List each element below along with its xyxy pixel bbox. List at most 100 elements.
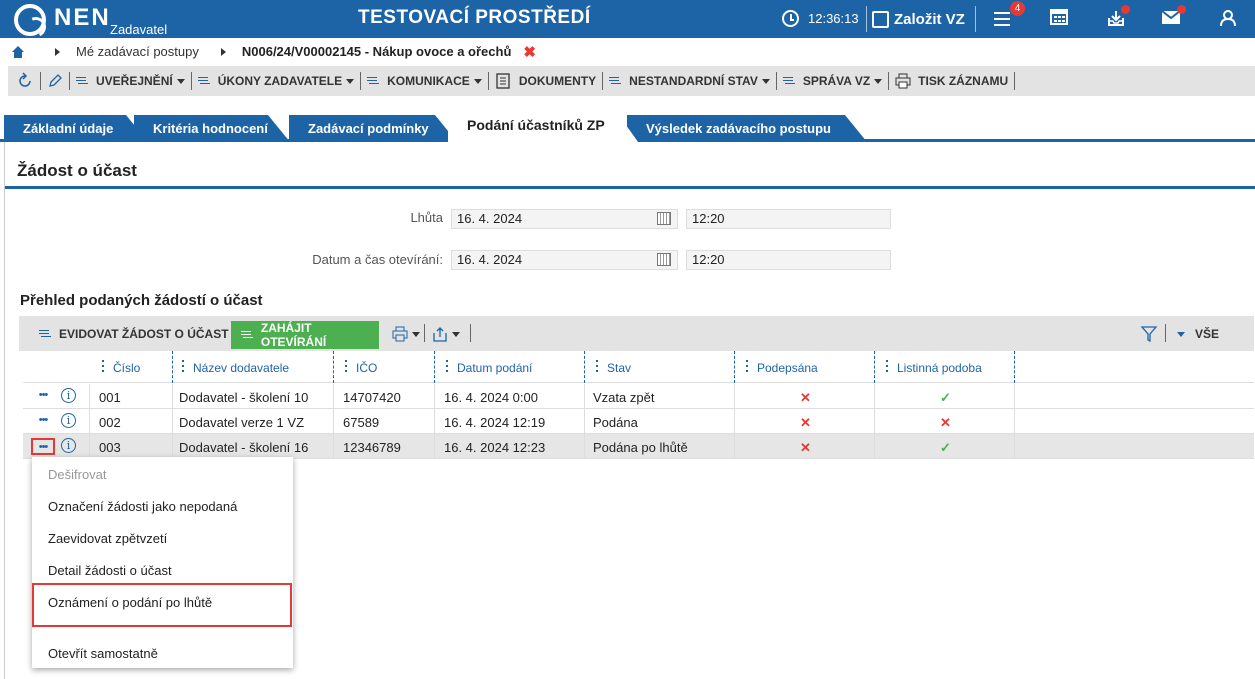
list-icon [76, 75, 90, 87]
cell-divider [874, 409, 875, 434]
cell-divider [89, 384, 90, 409]
caret-down-icon [874, 78, 883, 84]
cell-divider [584, 434, 585, 459]
cell-cislo: 001 [99, 390, 121, 405]
nen-logo-icon[interactable] [14, 4, 46, 36]
cell-divider [89, 409, 90, 434]
uverejneni-menu[interactable]: UVEŘEJNĚNÍ [70, 66, 191, 96]
divider [866, 6, 867, 32]
sprava-label: SPRÁVA VZ [802, 74, 871, 88]
top-bar: NEN Zadavatel TESTOVACÍ PROSTŘEDÍ 12:36:… [0, 0, 1255, 38]
ukony-menu[interactable]: ÚKONY ZADAVATELE [192, 66, 360, 96]
evidovat-button[interactable]: EVIDOVAT ŽÁDOST O ÚČAST [39, 327, 229, 341]
brand-name: NEN [54, 4, 111, 31]
menu-item-zaevidovat-zpetvzeti[interactable]: Zaevidovat zpětvzetí [48, 531, 167, 546]
komunikace-menu[interactable]: KOMUNIKACE [361, 66, 488, 96]
lhuta-date-field[interactable]: 16. 4. 2024 [451, 209, 678, 229]
nestandardni-menu[interactable]: NESTANDARDNÍ STAV [603, 66, 776, 96]
column-listinna[interactable]: Listinná podoba [886, 360, 982, 375]
row-actions-icon[interactable]: ••• [31, 438, 55, 455]
dokumenty-button[interactable]: DOKUMENTY [489, 66, 602, 96]
session-time: 12:36:13 [808, 11, 859, 26]
column-stav[interactable]: Stav [595, 360, 631, 375]
cell-datum: 16. 4. 2024 12:19 [444, 415, 546, 430]
menu-item-detail-zadosti[interactable]: Detail žádosti o účast [48, 563, 172, 578]
info-icon[interactable]: i [61, 388, 76, 403]
caret-down-icon [176, 78, 185, 84]
calendar-icon[interactable] [657, 253, 671, 266]
tab-zakladni-udaje[interactable]: Základní údaje [4, 115, 148, 142]
breadcrumb-current-procedure[interactable]: N006/24/V00002145 - Nákup ovoce a ořechů [242, 44, 512, 59]
row-actions-icon[interactable]: ••• [31, 413, 55, 430]
new-vz-button[interactable]: Založit VZ [872, 7, 965, 31]
column-ico[interactable]: IČO [344, 360, 377, 375]
lhuta-label: Lhůta [410, 210, 443, 225]
breadcrumb-my-procedures[interactable]: Mé zadávací postupy [76, 44, 199, 59]
close-breadcrumb-icon[interactable]: ✖ [523, 43, 536, 61]
cell-divider [1014, 409, 1015, 434]
column-cislo[interactable]: Číslo [101, 360, 140, 375]
cell-divider [874, 384, 875, 409]
dokumenty-label: DOKUMENTY [518, 74, 597, 88]
export-menu[interactable] [432, 326, 460, 342]
divider [470, 324, 471, 342]
caret-down-icon [452, 331, 460, 337]
menu-item-oznameni-po-lhute[interactable]: Oznámení o podání po lhůtě [48, 595, 212, 610]
otevirani-time-field[interactable]: 12:20 [686, 250, 891, 270]
cell-divider [584, 384, 585, 409]
nestandardni-label: NESTANDARDNÍ STAV [629, 74, 758, 88]
info-icon[interactable]: i [61, 413, 76, 428]
tab-vysledek[interactable]: Výsledek zadávacího postupu [627, 115, 867, 142]
list-icon [782, 75, 797, 87]
mail-alert-dot [1177, 5, 1186, 14]
row-actions-icon[interactable]: ••• [31, 388, 55, 405]
user-icon[interactable] [1218, 8, 1240, 30]
sprava-menu[interactable]: SPRÁVA VZ [777, 66, 888, 96]
caret-down-icon [761, 78, 770, 84]
cell-divider [434, 384, 435, 409]
edit-button[interactable] [41, 66, 69, 96]
menu-item-oznaceni-nepodana[interactable]: Označení žádosti jako nepodaná [48, 499, 237, 514]
cell-ico: 12346789 [343, 440, 401, 455]
chevron-right-icon [55, 47, 60, 56]
table-row[interactable]: ••• i 001 Dodavatel - školení 10 1470742… [23, 384, 1254, 409]
calculator-icon[interactable] [1049, 8, 1071, 30]
cell-nazev: Dodavatel verze 1 VZ [179, 415, 305, 430]
filter-select[interactable]: VŠE [1177, 327, 1219, 341]
cell-ico: 14707420 [343, 390, 401, 405]
grid-header: Číslo Název dodavatele IČO Datum podání … [23, 351, 1254, 383]
cell-divider [434, 409, 435, 434]
filter-icon[interactable] [1140, 325, 1158, 346]
cell-datum: 16. 4. 2024 12:23 [444, 440, 546, 455]
home-icon[interactable] [11, 45, 25, 58]
column-divider [333, 351, 334, 383]
cell-cislo: 003 [99, 440, 121, 455]
calendar-icon[interactable] [657, 212, 671, 225]
tab-zadavaci-podminky[interactable]: Zadávací podmínky [289, 115, 457, 142]
column-nazev[interactable]: Název dodavatele [181, 360, 289, 375]
cross-icon: ✕ [940, 415, 951, 430]
table-row[interactable]: ••• i 002 Dodavatel verze 1 VZ 67589 16.… [23, 409, 1254, 434]
column-datum[interactable]: Datum podání [445, 360, 532, 375]
zahajit-otevirani-button[interactable]: ZAHÁJIT OTEVÍRÁNÍ [231, 321, 379, 349]
lhuta-time-field[interactable]: 12:20 [686, 209, 891, 229]
column-podepsana[interactable]: Podepsána [746, 360, 818, 375]
table-row-selected[interactable]: ••• i 003 Dodavatel - školení 16 1234678… [23, 434, 1254, 459]
info-icon[interactable]: i [61, 438, 76, 453]
tab-podani-ucastniku[interactable]: Podání účastníků ZP [448, 111, 638, 142]
main-toolbar: UVEŘEJNĚNÍ ÚKONY ZADAVATELE KOMUNIKACE D… [8, 66, 1255, 96]
column-divider [734, 351, 735, 383]
refresh-button[interactable] [8, 66, 40, 96]
export-icon [433, 327, 447, 342]
print-grid-menu[interactable] [392, 326, 420, 342]
otevirani-date-field[interactable]: 16. 4. 2024 [451, 250, 678, 270]
inbox-alert-dot [1121, 5, 1130, 14]
cell-datum: 16. 4. 2024 0:00 [444, 390, 538, 405]
notification-badge: 4 [1010, 1, 1025, 16]
cell-divider [172, 434, 173, 459]
tisk-button[interactable]: TISK ZÁZNAMU [889, 66, 1014, 96]
menu-item-otevrit-samostatne[interactable]: Otevřít samostatně [48, 646, 158, 661]
cell-divider [172, 409, 173, 434]
tab-kriteria-hodnoceni[interactable]: Kritéria hodnocení [134, 115, 290, 142]
cell-cislo: 002 [99, 415, 121, 430]
